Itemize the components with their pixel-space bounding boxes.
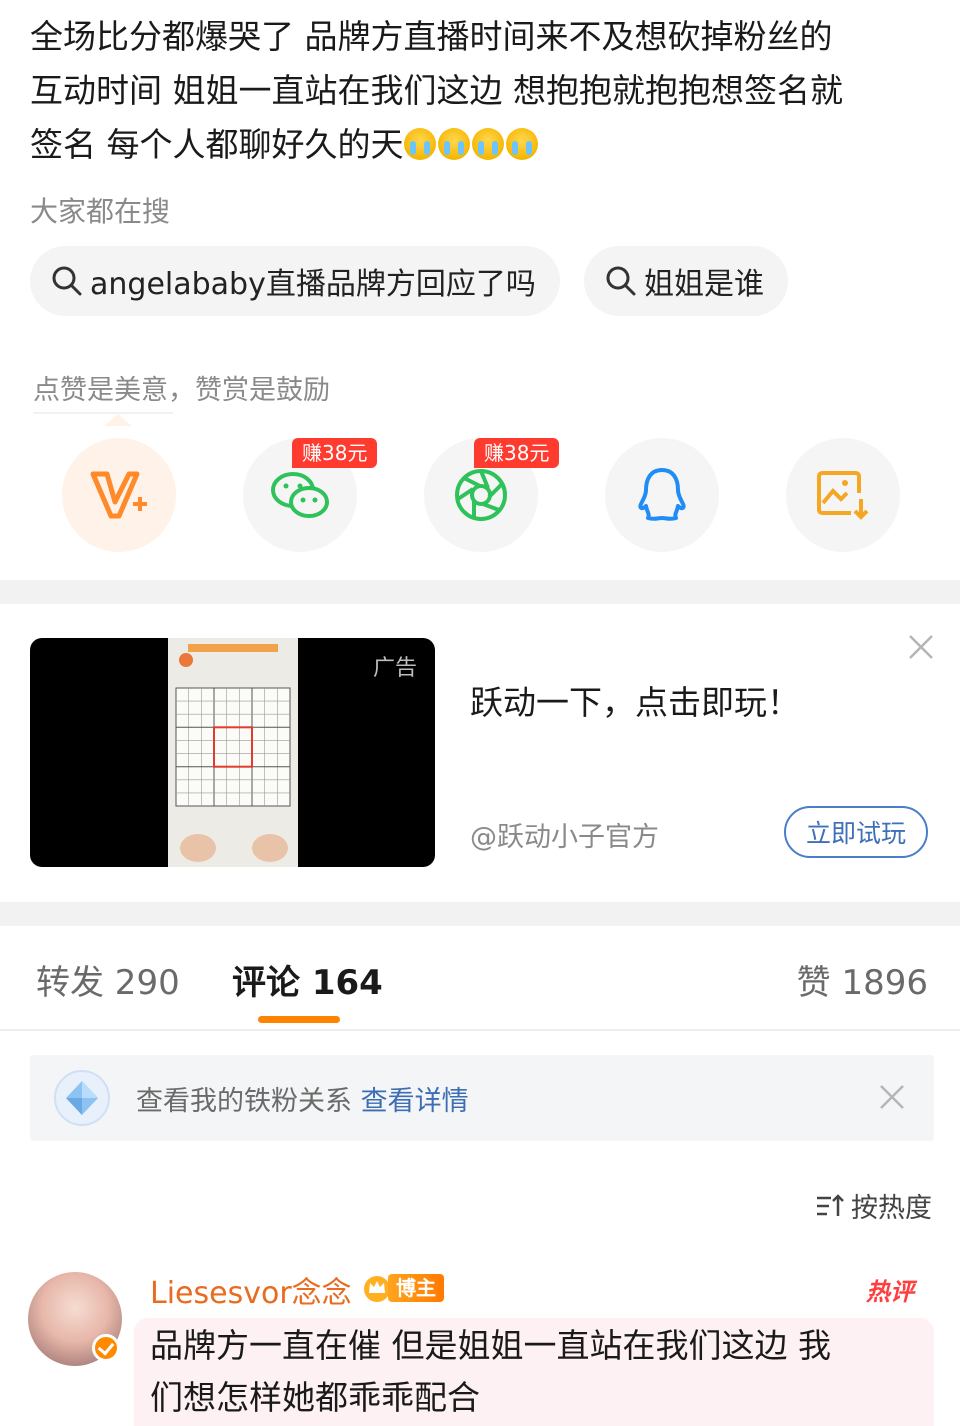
post-text: 全场比分都爆哭了 品牌方直播时间来不及想砍掉粉丝的 互动时间 姐姐一直站在我们这… bbox=[30, 10, 935, 172]
qq-icon bbox=[638, 468, 686, 521]
reward-button[interactable] bbox=[62, 438, 176, 552]
blogger-tag: 博主 bbox=[388, 1274, 444, 1302]
divider bbox=[33, 412, 173, 414]
search-chip[interactable]: angelababy直播品牌方回应了吗 bbox=[30, 246, 560, 316]
fan-relationship-bar[interactable]: 查看我的铁粉关系 查看详情 bbox=[30, 1055, 934, 1141]
ad-video-thumbnail[interactable]: 广告 bbox=[30, 638, 435, 867]
sudoku-board-image bbox=[168, 638, 298, 867]
verified-badge-icon bbox=[92, 1334, 120, 1362]
diamond-icon bbox=[54, 1070, 110, 1126]
ad-title[interactable]: 跃动一下，点击即玩！ bbox=[470, 676, 800, 724]
comment-username[interactable]: Liesesvor念念 bbox=[150, 1268, 352, 1312]
crying-face-icon bbox=[505, 128, 538, 160]
post-line: 签名 每个人都聊好久的天 bbox=[30, 118, 935, 172]
like-hint: 点赞是美意，赞赏是鼓励 bbox=[33, 375, 330, 406]
view-details-link[interactable]: 查看详情 bbox=[361, 1086, 469, 1117]
crying-face-icon bbox=[437, 128, 470, 160]
hint-caret bbox=[104, 414, 132, 426]
hot-comment-label: 热评 bbox=[866, 1278, 914, 1306]
sort-label: 按热度 bbox=[851, 1193, 932, 1224]
earn-badge: 赚38元 bbox=[292, 438, 378, 468]
active-tab-indicator bbox=[258, 1016, 340, 1023]
share-qq-button[interactable] bbox=[605, 438, 719, 552]
save-image-button[interactable] bbox=[786, 438, 900, 552]
crying-face-icon bbox=[403, 128, 436, 160]
close-icon[interactable] bbox=[878, 1083, 906, 1111]
section-divider bbox=[0, 902, 960, 926]
trending-search-title: 大家都在搜 bbox=[30, 195, 171, 228]
post-line: 互动时间 姐姐一直站在我们这边 想抱抱就抱抱想签名就 bbox=[30, 71, 843, 110]
blogger-badge: 博主 bbox=[362, 1272, 444, 1304]
sudoku-grid bbox=[168, 638, 298, 867]
fan-relationship-label: 查看我的铁粉关系 bbox=[136, 1086, 352, 1117]
moments-icon bbox=[455, 469, 507, 521]
comment-line: 品牌方一直在催 但是姐姐一直站在我们这边 我 bbox=[150, 1326, 831, 1365]
search-icon bbox=[606, 266, 636, 296]
post-line: 全场比分都爆哭了 品牌方直播时间来不及想砍掉粉丝的 bbox=[30, 17, 833, 56]
search-chip-label: 姐姐是谁 bbox=[644, 267, 764, 302]
divider bbox=[0, 1029, 960, 1031]
crying-face-icon bbox=[471, 128, 504, 160]
reward-icon bbox=[90, 471, 147, 519]
sort-icon bbox=[817, 1193, 844, 1216]
comment-text[interactable]: 品牌方一直在催 但是姐姐一直站在我们这边 我 们想怎样她都乖乖配合 bbox=[150, 1320, 910, 1424]
ad-label: 广告 bbox=[372, 656, 417, 681]
search-chip-label: angelababy直播品牌方回应了吗 bbox=[90, 267, 536, 302]
tab-likes[interactable]: 赞 1896 bbox=[797, 955, 928, 1004]
search-chip[interactable]: 姐姐是谁 bbox=[584, 246, 788, 316]
wechat-icon bbox=[271, 472, 329, 518]
ad-source[interactable]: @跃动小子官方 bbox=[470, 815, 659, 854]
tab-repost[interactable]: 转发 290 bbox=[36, 955, 180, 1004]
save-image-icon bbox=[817, 471, 869, 520]
close-icon[interactable] bbox=[906, 632, 936, 662]
sort-by-hot-button[interactable]: 按热度 bbox=[815, 1186, 932, 1225]
search-icon bbox=[52, 266, 82, 296]
section-divider bbox=[0, 580, 960, 604]
try-now-button[interactable]: 立即试玩 bbox=[784, 806, 928, 858]
post-line-text: 签名 每个人都聊好久的天 bbox=[30, 125, 404, 164]
fan-relationship-text: 查看我的铁粉关系 查看详情 bbox=[136, 1079, 469, 1118]
comment-line: 们想怎样她都乖乖配合 bbox=[150, 1378, 480, 1417]
tab-comments[interactable]: 评论 164 bbox=[232, 955, 383, 1004]
earn-badge: 赚38元 bbox=[474, 438, 560, 468]
